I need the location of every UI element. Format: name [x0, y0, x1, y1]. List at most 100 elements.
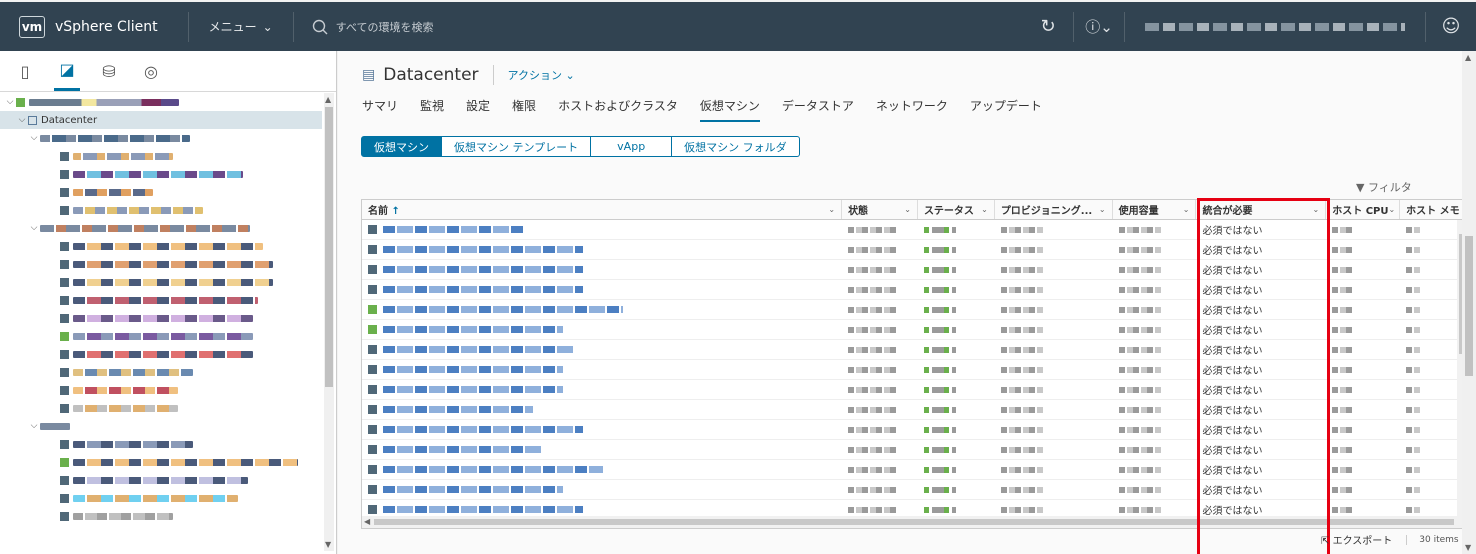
cell-name[interactable] [362, 220, 842, 239]
column-header-provisioned[interactable]: プロビジョニング... ⌄ [995, 200, 1113, 219]
vm-link[interactable] [383, 466, 603, 473]
tree-node-folder[interactable]: ⌵ [0, 129, 322, 147]
filter-button[interactable]: ▼ フィルタ [1356, 179, 1412, 195]
scroll-down-icon[interactable]: ▼ [325, 540, 331, 549]
tree-node-vm[interactable] [0, 435, 322, 453]
column-header-host-cpu[interactable]: ホスト CPU ⌄ [1326, 200, 1401, 219]
vm-link[interactable] [383, 266, 583, 273]
tree-node-datacenter[interactable]: ⌵ Datacenter [0, 111, 322, 129]
cell-name[interactable] [362, 240, 842, 259]
tree-node-vcenter[interactable]: ⌵ [0, 93, 322, 111]
tree-node-vm[interactable] [0, 165, 322, 183]
vm-link[interactable] [383, 446, 543, 453]
tab-datastores[interactable]: データストア [782, 97, 854, 122]
vm-logo[interactable]: vm [19, 15, 45, 38]
vm-link[interactable] [383, 286, 583, 293]
chevron-down-icon[interactable]: ⌵ [28, 421, 40, 431]
tree-node-vm[interactable] [0, 201, 322, 219]
column-header-host-mem[interactable]: ホスト メモ [1400, 200, 1468, 219]
vm-link[interactable] [383, 326, 563, 333]
subtab-vm-templates[interactable]: 仮想マシン テンプレート [442, 136, 592, 157]
cell-name[interactable] [362, 260, 842, 279]
cell-name[interactable] [362, 440, 842, 459]
export-button[interactable]: ⇱ エクスポート [1321, 532, 1392, 547]
tab-networks[interactable]: ネットワーク [876, 97, 948, 122]
chevron-down-icon[interactable]: ⌄ [981, 205, 988, 214]
tab-configure[interactable]: 設定 [466, 97, 490, 122]
tree-node-vm[interactable] [0, 309, 322, 327]
vm-link[interactable] [383, 246, 583, 253]
menu-button[interactable]: メニュー ⌄ [189, 18, 293, 35]
tree-node-vm[interactable] [0, 327, 322, 345]
tree-node-vm[interactable] [0, 399, 322, 417]
scrollbar-thumb[interactable] [325, 107, 333, 387]
chevron-down-icon[interactable]: ⌵ [16, 115, 28, 125]
scroll-down-icon[interactable]: ▼ [1465, 543, 1471, 552]
tree-node-vm[interactable] [0, 381, 322, 399]
tree-node-vm[interactable] [0, 147, 322, 165]
tab-monitor[interactable]: 監視 [420, 97, 444, 122]
cell-name[interactable] [362, 280, 842, 299]
tab-updates[interactable]: アップデート [970, 97, 1042, 122]
storage-tab-icon[interactable]: ⛁ [96, 51, 122, 91]
page-scrollbar[interactable]: ▲ ▼ [1462, 51, 1476, 554]
hosts-clusters-tab-icon[interactable]: ▯ [12, 51, 38, 91]
vm-link[interactable] [383, 506, 583, 513]
vm-link[interactable] [383, 386, 563, 393]
cell-name[interactable] [362, 300, 842, 319]
tree-node-vm[interactable] [0, 363, 322, 381]
smiley-icon[interactable]: ☺ [1426, 16, 1476, 37]
tree-node-folder[interactable]: ⌵ [0, 417, 322, 435]
vms-templates-tab-icon[interactable]: ◪ [54, 51, 80, 91]
networking-tab-icon[interactable]: ◎ [138, 51, 164, 91]
tab-permissions[interactable]: 権限 [512, 97, 536, 122]
cell-name[interactable] [362, 360, 842, 379]
vm-link[interactable] [383, 426, 583, 433]
cell-name[interactable] [362, 480, 842, 499]
subtab-vms[interactable]: 仮想マシン [361, 136, 442, 157]
tree-node-folder[interactable]: ⌵ [0, 219, 322, 237]
chevron-down-icon[interactable]: ⌄ [1099, 205, 1106, 214]
subtab-vapp[interactable]: vApp [591, 136, 673, 157]
scrollbar-thumb[interactable] [1465, 236, 1473, 376]
vm-link[interactable] [383, 306, 623, 313]
tree-node-vm[interactable] [0, 489, 322, 507]
column-header-used-space[interactable]: 使用容量 ⌄ [1113, 200, 1197, 219]
tab-hosts-clusters[interactable]: ホストおよびクラスタ [558, 97, 678, 122]
chevron-down-icon[interactable]: ⌵ [4, 97, 16, 107]
cell-name[interactable] [362, 320, 842, 339]
help-icon[interactable]: ⓘ⌄ [1074, 16, 1124, 37]
tree-node-vm[interactable] [0, 453, 322, 471]
global-search[interactable]: すべての環境を検索 [294, 19, 433, 35]
vm-link[interactable] [383, 226, 523, 233]
vm-link[interactable] [383, 366, 563, 373]
column-header-name[interactable]: 名前 ↑ ⌄ [362, 200, 843, 219]
cell-name[interactable] [362, 380, 842, 399]
tree-node-vm[interactable] [0, 291, 322, 309]
tree-node-vm[interactable] [0, 273, 322, 291]
actions-menu[interactable]: アクション ⌄ [508, 67, 575, 83]
user-menu[interactable] [1145, 22, 1405, 31]
tab-vms[interactable]: 仮想マシン [699, 97, 760, 122]
chevron-down-icon[interactable]: ⌵ [28, 223, 40, 233]
tree-node-vm[interactable] [0, 255, 322, 273]
subtab-vm-folders[interactable]: 仮想マシン フォルダ [672, 136, 800, 157]
scroll-left-icon[interactable]: ◀ [364, 517, 370, 526]
tree-node-vm[interactable] [0, 237, 322, 255]
chevron-down-icon[interactable]: ⌄ [1389, 205, 1396, 214]
chevron-down-icon[interactable]: ⌄ [904, 205, 911, 214]
tree-node-vm[interactable] [0, 471, 322, 489]
cell-name[interactable] [362, 420, 842, 439]
refresh-icon[interactable]: ↻ [1023, 16, 1073, 37]
app-title[interactable]: vSphere Client [55, 19, 158, 35]
scroll-up-icon[interactable]: ▲ [325, 95, 331, 104]
vm-link[interactable] [383, 346, 573, 353]
cell-name[interactable] [362, 460, 842, 479]
scroll-up-icon[interactable]: ▲ [1465, 53, 1471, 62]
tree-node-vm[interactable] [0, 345, 322, 363]
tab-summary[interactable]: サマリ [362, 97, 398, 122]
cell-name[interactable] [362, 340, 842, 359]
chevron-down-icon[interactable]: ⌄ [828, 205, 835, 214]
cell-name[interactable] [362, 400, 842, 419]
chevron-down-icon[interactable]: ⌵ [28, 133, 40, 143]
